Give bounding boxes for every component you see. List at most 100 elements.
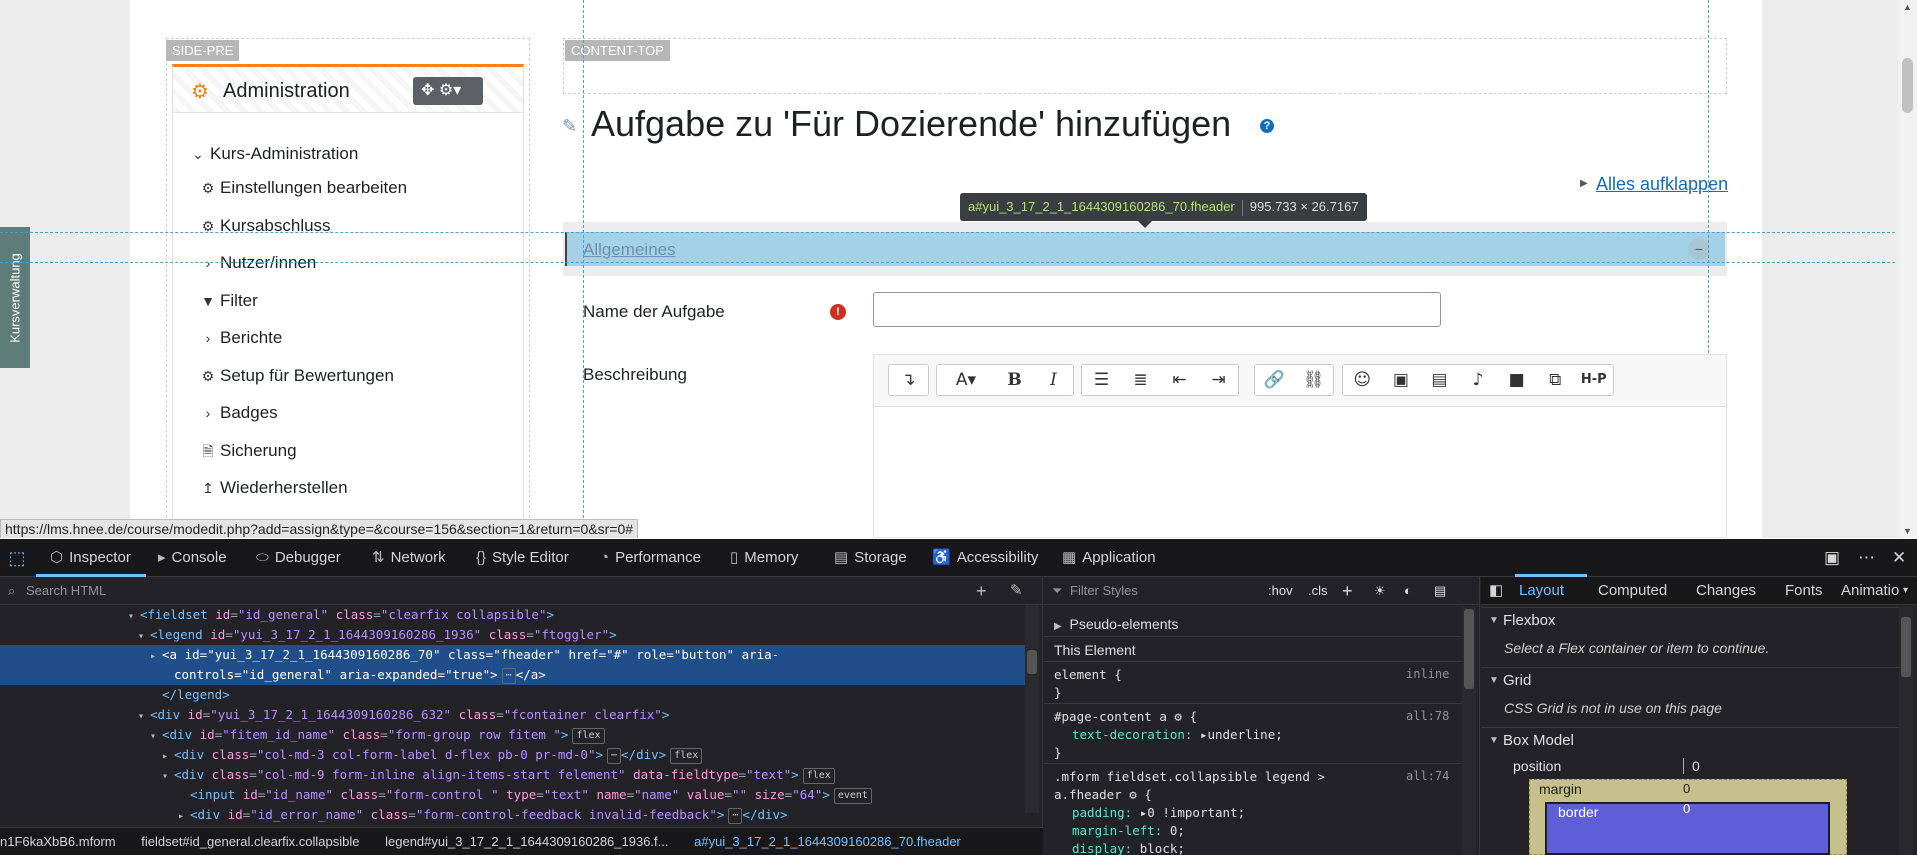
scroll-thumb[interactable] <box>1027 650 1037 674</box>
html-node[interactable]: ▾ <legend id="yui_3_17_2_1_1644309160286_… <box>0 625 1025 645</box>
html-node[interactable]: ▾ <div id="yui_3_17_2_1_1644309160286_632… <box>0 705 1025 725</box>
rule-selector-page-content-a[interactable]: #page-content a ⚙ { <box>1054 708 1197 726</box>
add-node-icon[interactable]: + <box>976 577 987 605</box>
html-scrollbar[interactable] <box>1025 605 1039 813</box>
tab-console[interactable]: ▸ Console <box>158 539 227 577</box>
rule-source[interactable]: all:78 <box>1406 709 1449 723</box>
help-icon[interactable]: ? <box>1260 119 1274 133</box>
breadcrumb-item-current[interactable]: a#yui_3_17_2_1_1644309160286_70.fheader <box>694 834 961 849</box>
box-model-border-value[interactable]: 0 <box>1683 801 1690 816</box>
html-node[interactable]: ▾ <div id="fitem_id_name" class="form-gro… <box>0 725 1025 745</box>
html-node-selected[interactable]: controls="id_general" aria-expanded="tru… <box>0 665 1025 685</box>
record-video-icon[interactable]: ■ <box>1497 365 1536 395</box>
breadcrumb-item[interactable]: fieldset#id_general.clearfix.collapsible <box>141 834 359 849</box>
tab-debugger[interactable]: ⬭ Debugger <box>256 539 341 577</box>
tab-inspector[interactable]: ⬡ Inspector <box>50 539 131 577</box>
tab-memory[interactable]: ▯ Memory <box>730 539 798 577</box>
html-node[interactable]: ▸ <div id="id_error_name" class="form-con… <box>0 805 1025 825</box>
twisty-icon[interactable]: ▾ <box>138 707 150 727</box>
move-icon[interactable]: ✥ <box>421 82 434 99</box>
indent-icon[interactable]: ⇥ <box>1199 365 1238 395</box>
legend-general-link[interactable]: Allgemeines <box>583 240 676 260</box>
nav-wiederherstellen[interactable]: ↥ Wiederherstellen <box>200 478 347 498</box>
tab-network[interactable]: ⇅ Network <box>372 539 446 577</box>
scroll-thumb[interactable] <box>1901 617 1911 677</box>
rule-declaration[interactable]: padding: ▸0 !important; <box>1072 804 1245 822</box>
tab-application[interactable]: ▦ Application <box>1062 539 1156 577</box>
tab-layout[interactable]: Layout <box>1519 577 1564 605</box>
italic-icon[interactable]: I <box>1034 365 1073 395</box>
collapse-icon[interactable]: − <box>1688 238 1710 260</box>
sidebar-toggle-icon[interactable]: ◧ <box>1489 577 1503 605</box>
nav-sicherung[interactable]: 🗎 Sicherung <box>200 441 296 465</box>
tab-animations[interactable]: Animatio <box>1841 577 1899 605</box>
html-node[interactable]: <input id="id_name" class="form-control … <box>0 785 1025 805</box>
pseudo-elements-header[interactable]: ▶ Pseudo-elements <box>1054 615 1178 636</box>
rule-selector-line2[interactable]: a.fheader ⚙ { <box>1054 786 1152 804</box>
image-icon[interactable]: ▣ <box>1382 365 1421 395</box>
close-icon[interactable]: ✕ <box>1892 539 1906 577</box>
gear-icon[interactable]: ⚙▾ <box>439 82 461 99</box>
scroll-thumb[interactable] <box>1464 609 1474 689</box>
twisty-icon[interactable]: ▾ <box>162 767 174 787</box>
twisty-icon[interactable]: ▸ <box>178 807 190 827</box>
nav-berichte[interactable]: › Berichte <box>200 328 283 348</box>
tab-accessibility[interactable]: ♿ Accessibility <box>932 539 1038 577</box>
bullet-list-icon[interactable]: ☰ <box>1082 365 1121 395</box>
search-html-input[interactable]: ⌕ Search HTML + ✎ <box>0 577 1043 605</box>
hover-toggle[interactable]: :hov <box>1268 577 1293 605</box>
chevron-down-icon[interactable]: ▾ <box>1903 577 1908 605</box>
eyedropper-icon[interactable]: ✎ <box>1010 577 1023 605</box>
bold-icon[interactable]: B <box>995 365 1034 395</box>
nav-filter[interactable]: ▼ Filter <box>200 291 258 311</box>
block-actions-menu[interactable]: ✥ ⚙▾ <box>413 77 483 105</box>
nav-einstellungen[interactable]: ⚙ Einstellungen bearbeiten <box>200 178 407 198</box>
dock-icon[interactable]: ▣ <box>1824 539 1840 577</box>
layout-scrollbar[interactable] <box>1899 607 1913 855</box>
filter-styles-input[interactable]: Filter Styles <box>1070 577 1138 605</box>
link-icon[interactable]: 🔗 <box>1255 365 1294 395</box>
html-node[interactable]: </legend> <box>0 685 1025 705</box>
twisty-icon[interactable]: ▸ <box>150 647 162 667</box>
tab-performance[interactable]: ◔ Performance <box>600 539 701 577</box>
tab-computed[interactable]: Computed <box>1598 577 1667 605</box>
description-editor[interactable]: ↴ A▾ B I ☰ ≣ ⇤ ⇥ 🔗 ⛓ ☺ ▣ ▤ ♪ ■ ⧉ H-P <box>873 354 1727 538</box>
collapse-toolbar-icon[interactable]: ↴ <box>889 365 928 395</box>
nav-nutzer[interactable]: › Nutzer/innen <box>200 253 317 273</box>
more-options-icon[interactable]: ⋯ <box>1858 539 1875 577</box>
scroll-thumb[interactable] <box>1902 58 1913 113</box>
html-node[interactable]: ▸ <div class="col-md-3 col-form-label d-f… <box>0 745 1025 765</box>
tab-fonts[interactable]: Fonts <box>1785 577 1823 605</box>
breadcrumb-item[interactable]: legend#yui_3_17_2_1_1644309160286_1936.f… <box>385 834 668 849</box>
record-audio-icon[interactable]: ♪ <box>1459 365 1498 395</box>
twisty-icon[interactable]: ▾ <box>150 727 162 747</box>
flexbox-section[interactable]: ▼ Flexbox <box>1481 607 1899 633</box>
box-model-position-value[interactable]: 0 <box>1683 758 1700 774</box>
breadcrumb-item[interactable]: n1F6kaXbB6.mform <box>0 834 116 849</box>
nav-setup-bewertungen[interactable]: ⚙ Setup für Bewertungen <box>200 366 394 386</box>
nav-kursabschluss[interactable]: ⚙ Kursabschluss <box>200 216 331 236</box>
twisty-icon[interactable]: ▾ <box>138 627 150 647</box>
page-scrollbar[interactable]: ▲ ▼ <box>1898 0 1917 538</box>
dark-theme-icon[interactable]: ◐ <box>1404 577 1412 605</box>
numbered-list-icon[interactable]: ≣ <box>1121 365 1160 395</box>
element-rule[interactable]: element { <box>1054 666 1122 684</box>
scroll-down-icon[interactable]: ▼ <box>1898 524 1917 538</box>
nav-badges[interactable]: › Badges <box>200 403 278 423</box>
html-node-selected[interactable]: ▸ <a id="yui_3_17_2_1_1644309160286_70" c… <box>0 645 1025 665</box>
box-model-margin-value[interactable]: 0 <box>1683 781 1690 796</box>
assignment-name-input[interactable] <box>873 292 1441 327</box>
rules-scrollbar[interactable] <box>1462 607 1476 855</box>
unlink-icon[interactable]: ⛓ <box>1294 365 1333 395</box>
rule-declaration[interactable]: margin-left: 0; <box>1072 822 1185 840</box>
tab-storage[interactable]: ▤ Storage <box>834 539 907 577</box>
outdent-icon[interactable]: ⇤ <box>1160 365 1199 395</box>
tab-changes[interactable]: Changes <box>1696 577 1756 605</box>
emoji-icon[interactable]: ☺ <box>1343 365 1382 395</box>
html-node[interactable]: ▾ <fieldset id="id_general" class="clearf… <box>0 605 1025 625</box>
element-picker-icon[interactable]: ⬚ <box>4 546 30 570</box>
rule-declaration[interactable]: display: block; <box>1072 840 1185 855</box>
manage-files-icon[interactable]: ⧉ <box>1536 365 1575 395</box>
tab-style-editor[interactable]: {} Style Editor <box>476 539 569 577</box>
twisty-icon[interactable]: ▸ <box>162 747 174 767</box>
